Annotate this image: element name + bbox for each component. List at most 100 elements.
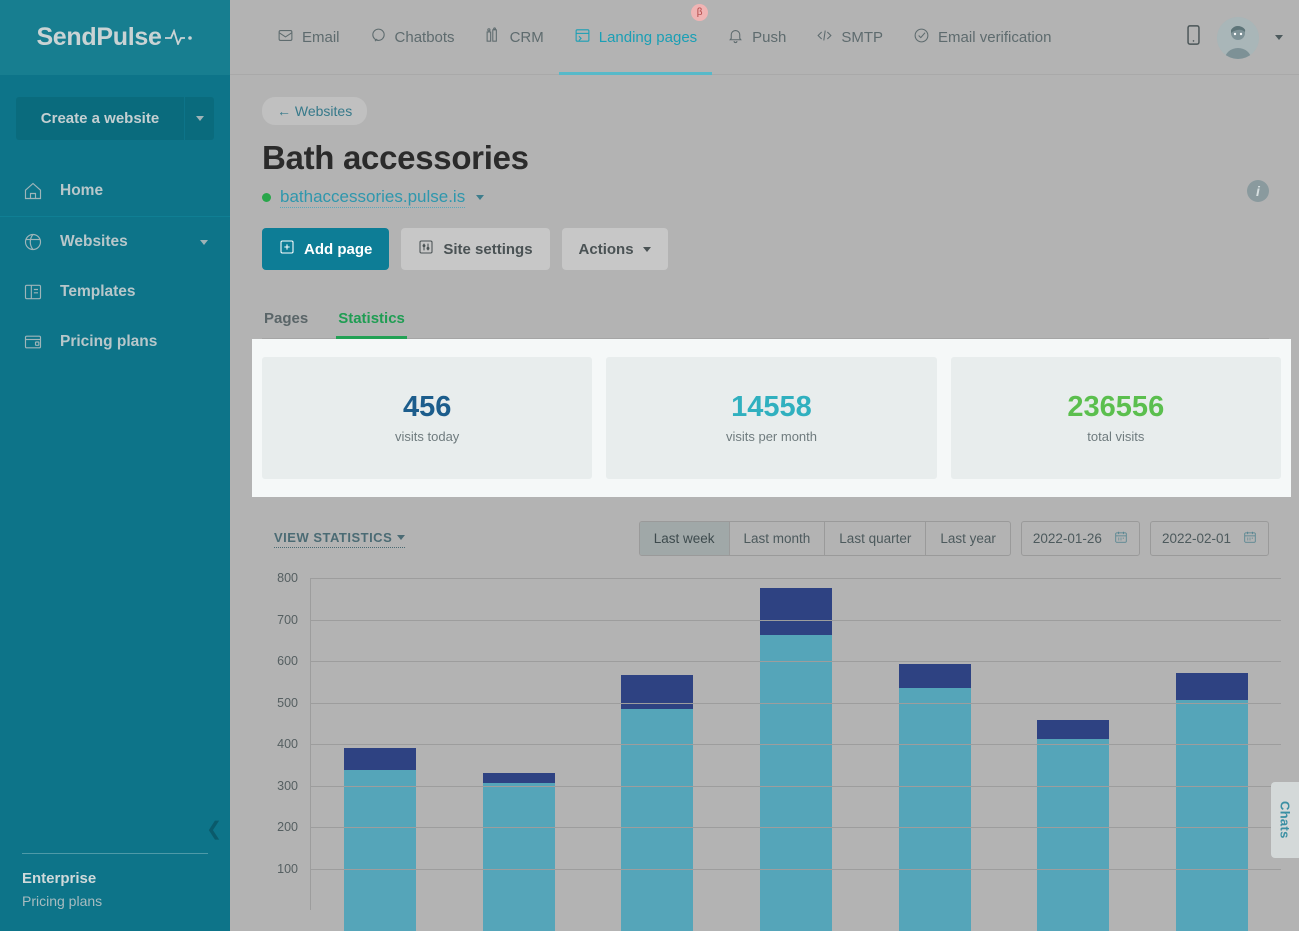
chart-gridline (311, 869, 1281, 870)
chart-bar[interactable] (1037, 578, 1109, 931)
chart-bar-slot (865, 578, 1004, 931)
topnav-item-email-verification[interactable]: Email verification (898, 0, 1066, 75)
template-icon (22, 281, 44, 303)
chart-bar[interactable] (760, 578, 832, 931)
topnav-item-landing-pages[interactable]: β Landing pages (559, 0, 712, 75)
topnav-label: Push (752, 29, 786, 46)
topnav-label: SMTP (841, 29, 883, 46)
plus-square-icon (279, 239, 295, 259)
chart-bar[interactable] (899, 578, 971, 931)
view-statistics-label: VIEW STATISTICS (274, 530, 392, 545)
sidebar-item-websites[interactable]: Websites (0, 216, 230, 267)
stat-label: total visits (1087, 429, 1144, 444)
bar-segment-unique-visitors (621, 675, 693, 709)
topnav-label: Chatbots (395, 29, 455, 46)
add-page-button[interactable]: Add page (262, 228, 389, 270)
bar-segment-visits (344, 770, 416, 931)
y-axis-tick-label: 700 (277, 613, 298, 627)
y-axis-tick-label: 500 (277, 696, 298, 710)
bar-segment-visits (483, 783, 555, 931)
bar-segment-visits (1176, 700, 1248, 931)
sidebar-nav: Create a website Home Websites Templates (0, 75, 230, 367)
sidebar-item-label: Templates (60, 283, 136, 301)
breadcrumb-back-to-websites[interactable]: ← Websites (262, 97, 367, 125)
site-settings-button[interactable]: Site settings (401, 228, 549, 270)
domain-dropdown-chevron-icon[interactable] (476, 195, 484, 200)
stat-card-visits-per-month: 14558 visits per month (606, 357, 936, 479)
chart-bar[interactable] (621, 578, 693, 931)
bar-segment-unique-visitors (760, 588, 832, 635)
chart-bar[interactable] (344, 578, 416, 931)
bar-segment-unique-visitors (483, 773, 555, 782)
sidebar-item-pricing-plans[interactable]: Pricing plans (0, 317, 230, 367)
y-axis-tick-label: 800 (277, 571, 298, 585)
site-domain-link[interactable]: bathaccessories.pulse.is (280, 187, 465, 208)
stat-value: 236556 (1067, 392, 1164, 424)
date-from-input[interactable]: 2022-01-26 (1021, 521, 1140, 556)
brand-name: SendPulse (36, 23, 161, 52)
calendar-icon (1114, 530, 1128, 547)
mobile-phone-icon[interactable] (1186, 25, 1201, 50)
sidebar-item-label: Home (60, 182, 103, 200)
chart-gridline (311, 786, 1281, 787)
brand-logo[interactable]: SendPulse (0, 0, 230, 75)
range-last-month[interactable]: Last month (730, 522, 826, 555)
info-icon[interactable]: i (1247, 180, 1269, 202)
current-plan-label: Enterprise (22, 870, 208, 887)
range-last-quarter[interactable]: Last quarter (825, 522, 926, 555)
topnav-item-smtp[interactable]: SMTP (801, 0, 898, 75)
topnav-label: Email (302, 29, 340, 46)
chats-widget-tab[interactable]: Chats (1271, 782, 1299, 858)
verify-icon (913, 27, 930, 48)
main-area: Email Chatbots CRM β Landing pages Push (230, 0, 1299, 931)
sidebar-item-label: Websites (60, 233, 128, 251)
chevron-down-icon (196, 116, 204, 121)
topnav-item-crm[interactable]: CRM (470, 0, 559, 75)
stat-value: 14558 (731, 392, 812, 424)
add-page-label: Add page (304, 241, 372, 258)
chart-gridline (311, 661, 1281, 662)
chart-bar-slot (1004, 578, 1143, 931)
bar-segment-unique-visitors (899, 664, 971, 689)
topbar-right-controls (1186, 0, 1283, 75)
actions-button[interactable]: Actions (562, 228, 668, 270)
bar-segment-unique-visitors (1037, 720, 1109, 739)
date-to-input[interactable]: 2022-02-01 (1150, 521, 1269, 556)
account-menu-chevron-icon[interactable] (1275, 35, 1283, 40)
chart-bar-slot (311, 578, 450, 931)
sidebar-item-label: Pricing plans (60, 333, 157, 351)
chart-bars (311, 578, 1281, 931)
status-online-indicator (262, 193, 271, 202)
create-website-button[interactable]: Create a website (16, 97, 184, 140)
sidebar-footer: Enterprise Pricing plans (0, 853, 230, 931)
topnav-item-push[interactable]: Push (712, 0, 801, 75)
chevron-down-icon (397, 535, 405, 540)
range-last-year[interactable]: Last year (926, 522, 1010, 555)
crm-icon (485, 27, 502, 48)
topnav-item-email[interactable]: Email (262, 0, 355, 75)
actions-label: Actions (579, 241, 634, 258)
chart-bar[interactable] (483, 578, 555, 931)
envelope-icon (277, 27, 294, 48)
sidebar-collapse-icon[interactable]: ❮ (206, 820, 222, 839)
avatar[interactable] (1217, 17, 1259, 59)
footer-pricing-plans-link[interactable]: Pricing plans (22, 893, 208, 909)
y-axis-tick-label: 200 (277, 820, 298, 834)
tab-pages[interactable]: Pages (262, 302, 310, 338)
range-last-week[interactable]: Last week (640, 522, 730, 555)
chart-bar[interactable] (1176, 578, 1248, 931)
page-action-buttons: Add page Site settings Actions (262, 228, 1269, 270)
product-nav: Email Chatbots CRM β Landing pages Push (262, 0, 1066, 75)
view-statistics-dropdown[interactable]: VIEW STATISTICS (274, 530, 405, 548)
create-website-group: Create a website (16, 97, 214, 140)
tab-statistics[interactable]: Statistics (336, 302, 407, 338)
statistics-summary-panel: 456 visits today 14558 visits per month … (252, 339, 1291, 497)
sidebar-item-templates[interactable]: Templates (0, 267, 230, 317)
sliders-icon (418, 239, 434, 259)
stat-value: 456 (403, 392, 451, 424)
top-navigation-bar: Email Chatbots CRM β Landing pages Push (230, 0, 1299, 75)
sidebar-item-home[interactable]: Home (0, 166, 230, 216)
beta-badge: β (691, 4, 708, 21)
topnav-item-chatbots[interactable]: Chatbots (355, 0, 470, 75)
create-website-dropdown-toggle[interactable] (184, 97, 214, 140)
